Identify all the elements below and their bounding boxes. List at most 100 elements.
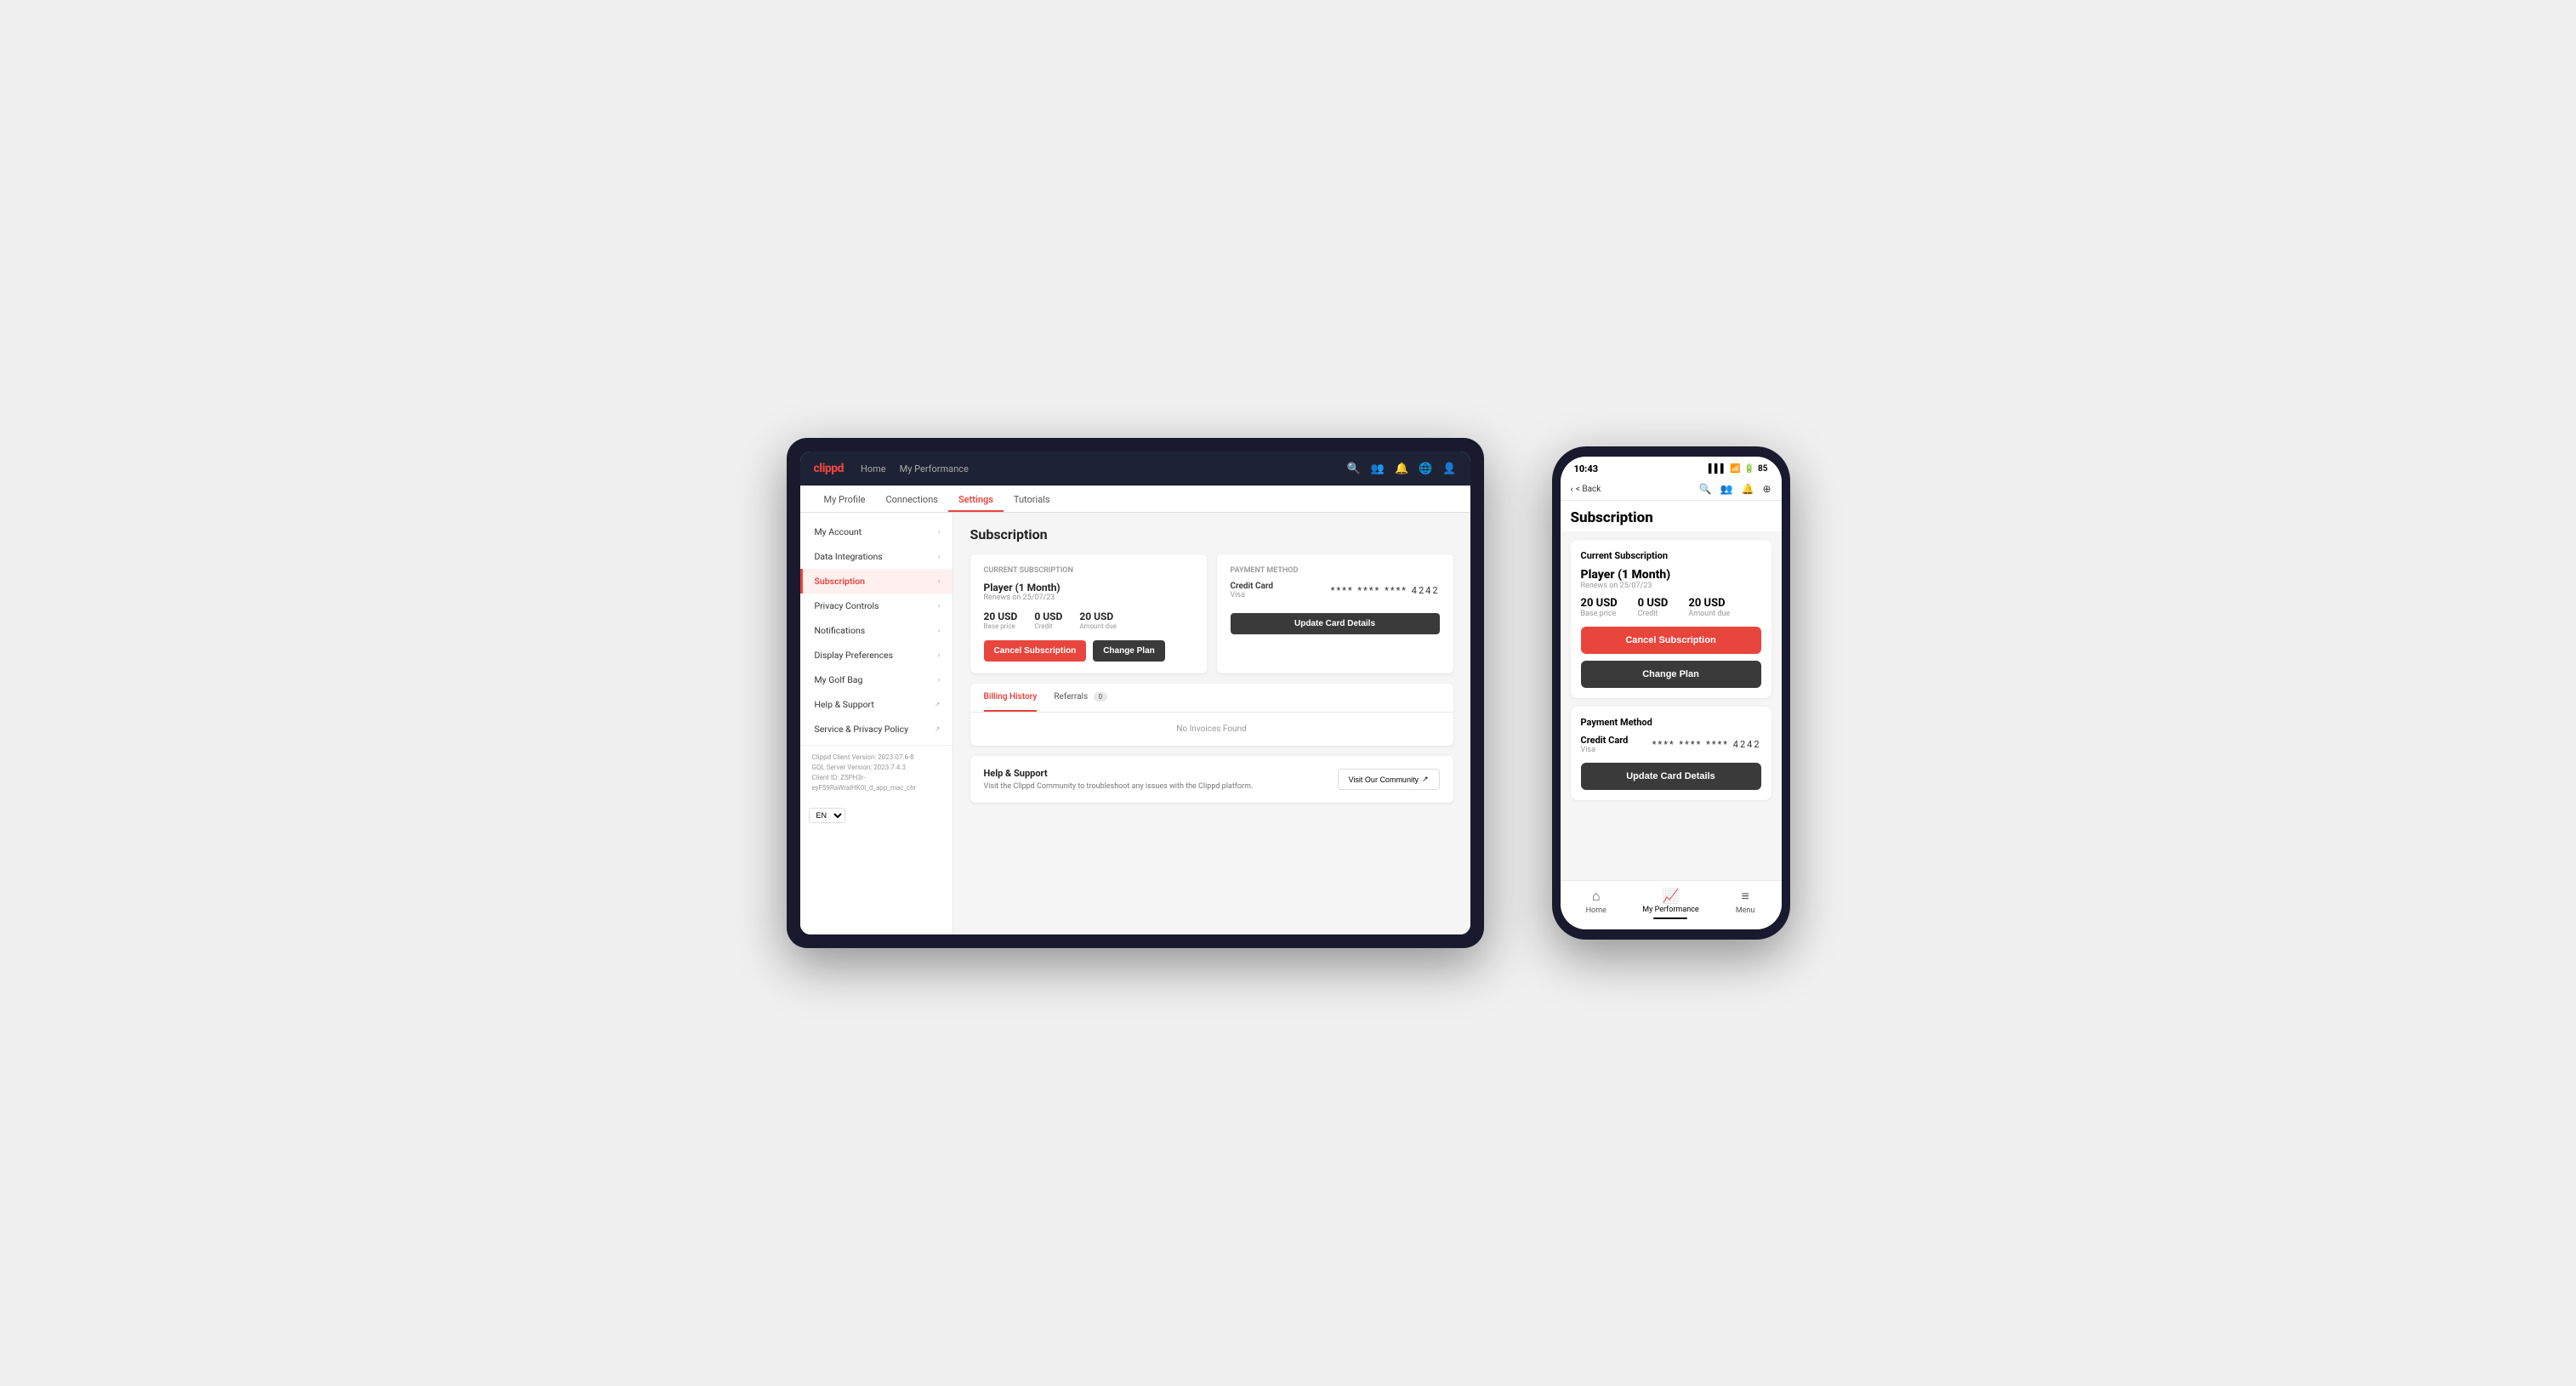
phone-payment-label: Payment Method <box>1581 717 1761 728</box>
chevron-right-icon: › <box>938 676 941 684</box>
globe-icon[interactable]: 🌐 <box>1419 463 1432 475</box>
status-icons: ▌▌▌ 📶 🔋 85 <box>1709 464 1768 474</box>
payment-brand: Visa <box>1231 591 1274 599</box>
sidebar-item-privacy[interactable]: Privacy Controls › <box>800 594 952 618</box>
phone-amount-due: 20 USD Amount due <box>1688 597 1730 618</box>
back-button[interactable]: ‹ < Back <box>1571 484 1601 495</box>
subnav-tutorials[interactable]: Tutorials <box>1004 489 1061 512</box>
users-icon[interactable]: 👥 <box>1371 463 1385 475</box>
bell-icon[interactable]: 🔔 <box>1741 483 1754 495</box>
phone-payment-info: Credit Card Visa <box>1581 735 1629 754</box>
tablet-subnav: My Profile Connections Settings Tutorial… <box>800 486 1470 513</box>
help-title: Help & Support <box>984 768 1254 779</box>
chevron-right-icon: › <box>938 627 941 635</box>
phone-payment-type: Credit Card <box>1581 735 1629 746</box>
search-icon[interactable]: 🔍 <box>1347 463 1361 475</box>
tablet-nav-performance[interactable]: My Performance <box>900 463 969 474</box>
status-bar: 10:43 ▌▌▌ 📶 🔋 85 <box>1561 457 1782 478</box>
amount-due: 20 USD Amount due <box>1079 611 1116 630</box>
subnav-connections[interactable]: Connections <box>875 489 947 512</box>
page-title: Subscription <box>970 526 1453 542</box>
avatar-icon[interactable]: 👤 <box>1442 463 1456 475</box>
chevron-right-icon: › <box>938 553 941 561</box>
search-icon[interactable]: 🔍 <box>1699 483 1712 495</box>
payment-type: Credit Card <box>1231 582 1274 591</box>
subnav-settings[interactable]: Settings <box>948 489 1004 512</box>
tablet-nav-home[interactable]: Home <box>861 463 886 474</box>
external-link-icon: ↗ <box>1422 775 1429 784</box>
tablet-screen: clippd Home My Performance 🔍 👥 🔔 🌐 👤 My … <box>800 452 1470 934</box>
phone-base-price: 20 USD Base price <box>1581 597 1618 618</box>
sidebar-item-golfbag[interactable]: My Golf Bag › <box>800 667 952 692</box>
phone-nav-home[interactable]: ⌂ Home <box>1571 888 1622 919</box>
phone-update-card-button[interactable]: Update Card Details <box>1581 763 1761 790</box>
active-indicator <box>1653 917 1687 919</box>
sidebar-item-helpsupport[interactable]: Help & Support ↗ <box>800 692 952 717</box>
sidebar-item-privacy-policy[interactable]: Service & Privacy Policy ↗ <box>800 717 952 741</box>
payment-method-label: Payment Method <box>1231 566 1440 575</box>
main-area: Subscription Current Subscription Player… <box>953 513 1470 934</box>
add-icon[interactable]: ⊕ <box>1762 483 1771 495</box>
cards-row: Current Subscription Player (1 Month) Re… <box>970 554 1453 673</box>
plan-renew: Renews on 25/07/23 <box>984 594 1193 602</box>
phone-bottom-nav: ⌂ Home 📈 My Performance ≡ Menu <box>1561 880 1782 929</box>
payment-info: Credit Card Visa <box>1231 582 1274 599</box>
language-select[interactable]: EN <box>809 808 845 823</box>
phone-content: Subscription Current Subscription Player… <box>1561 501 1782 880</box>
referrals-tab[interactable]: Referrals 0 <box>1054 684 1107 712</box>
sidebar-lang[interactable]: EN <box>809 805 944 823</box>
chevron-right-icon: › <box>938 651 941 660</box>
phone-frame: 10:43 ▌▌▌ 📶 🔋 85 ‹ < Back 🔍 👥 🔔 ⊕ S <box>1552 446 1790 940</box>
subnav-myprofile[interactable]: My Profile <box>814 489 876 512</box>
update-card-button[interactable]: Update Card Details <box>1231 613 1440 634</box>
sidebar-item-dataintegrations[interactable]: Data Integrations › <box>800 544 952 569</box>
phone-subscription-card: Current Subscription Player (1 Month) Re… <box>1571 540 1771 698</box>
battery-icon: 🔋 <box>1744 464 1754 474</box>
phone-nav-menu[interactable]: ≡ Menu <box>1720 888 1771 919</box>
phone-page-title: Subscription <box>1561 501 1782 531</box>
phone-payment-brand: Visa <box>1581 746 1629 754</box>
visit-community-button[interactable]: Visit Our Community ↗ <box>1338 769 1440 790</box>
phone-nav-icons: 🔍 👥 🔔 ⊕ <box>1699 483 1771 495</box>
phone-change-plan-button[interactable]: Change Plan <box>1581 661 1761 688</box>
tablet-frame: clippd Home My Performance 🔍 👥 🔔 🌐 👤 My … <box>787 438 1484 948</box>
bell-icon[interactable]: 🔔 <box>1395 463 1408 475</box>
payment-row: Credit Card Visa **** **** **** 4242 <box>1231 582 1440 599</box>
phone-cancel-subscription-button[interactable]: Cancel Subscription <box>1581 627 1761 654</box>
sidebar-footer: Clippd Client Version: 2023.07.6-8 GQL S… <box>800 745 952 800</box>
tablet-nav-icons: 🔍 👥 🔔 🌐 👤 <box>1347 463 1457 475</box>
external-link-icon: ↗ <box>935 725 941 733</box>
current-subscription-card: Current Subscription Player (1 Month) Re… <box>970 554 1207 673</box>
chevron-right-icon: › <box>938 577 941 586</box>
phone-card-number: **** **** **** 4242 <box>1652 739 1761 750</box>
sidebar: My Account › Data Integrations › Subscri… <box>800 513 953 934</box>
sidebar-item-displayprefs[interactable]: Display Preferences › <box>800 643 952 667</box>
tablet-navbar: clippd Home My Performance 🔍 👥 🔔 🌐 👤 <box>800 452 1470 486</box>
chevron-right-icon: › <box>938 602 941 611</box>
sidebar-item-notifications[interactable]: Notifications › <box>800 618 952 643</box>
sidebar-item-subscription[interactable]: Subscription › <box>800 569 952 594</box>
phone-nav-performance[interactable]: 📈 My Performance <box>1642 888 1698 919</box>
users-icon[interactable]: 👥 <box>1720 483 1733 495</box>
cancel-subscription-button[interactable]: Cancel Subscription <box>984 640 1087 662</box>
help-content: Help & Support Visit the Clippd Communit… <box>984 768 1254 791</box>
plan-amounts: 20 USD Base price 0 USD Credit 20 USD Am… <box>984 611 1193 630</box>
card-number: **** **** **** 4242 <box>1331 585 1440 596</box>
home-icon: ⌂ <box>1592 888 1601 905</box>
sidebar-item-myaccount[interactable]: My Account › <box>800 520 952 544</box>
phone-plan-name: Player (1 Month) <box>1581 568 1761 582</box>
menu-icon: ≡ <box>1742 888 1749 905</box>
phone-amounts: 20 USD Base price 0 USD Credit 20 USD Am… <box>1581 597 1761 618</box>
tablet-logo: clippd <box>814 462 844 475</box>
phone-credit: 0 USD Credit <box>1638 597 1669 618</box>
wifi-icon: 📶 <box>1730 464 1740 474</box>
performance-icon: 📈 <box>1663 888 1680 904</box>
change-plan-button[interactable]: Change Plan <box>1093 640 1165 662</box>
signal-icon: ▌▌▌ <box>1709 464 1726 474</box>
no-invoices-message: No Invoices Found <box>970 713 1453 746</box>
billing-history-tab[interactable]: Billing History <box>984 684 1038 712</box>
plan-name: Player (1 Month) <box>984 582 1193 594</box>
phone-payment-card: Payment Method Credit Card Visa **** ***… <box>1571 707 1771 800</box>
back-chevron-icon: ‹ <box>1571 484 1573 495</box>
chevron-right-icon: › <box>938 528 941 537</box>
